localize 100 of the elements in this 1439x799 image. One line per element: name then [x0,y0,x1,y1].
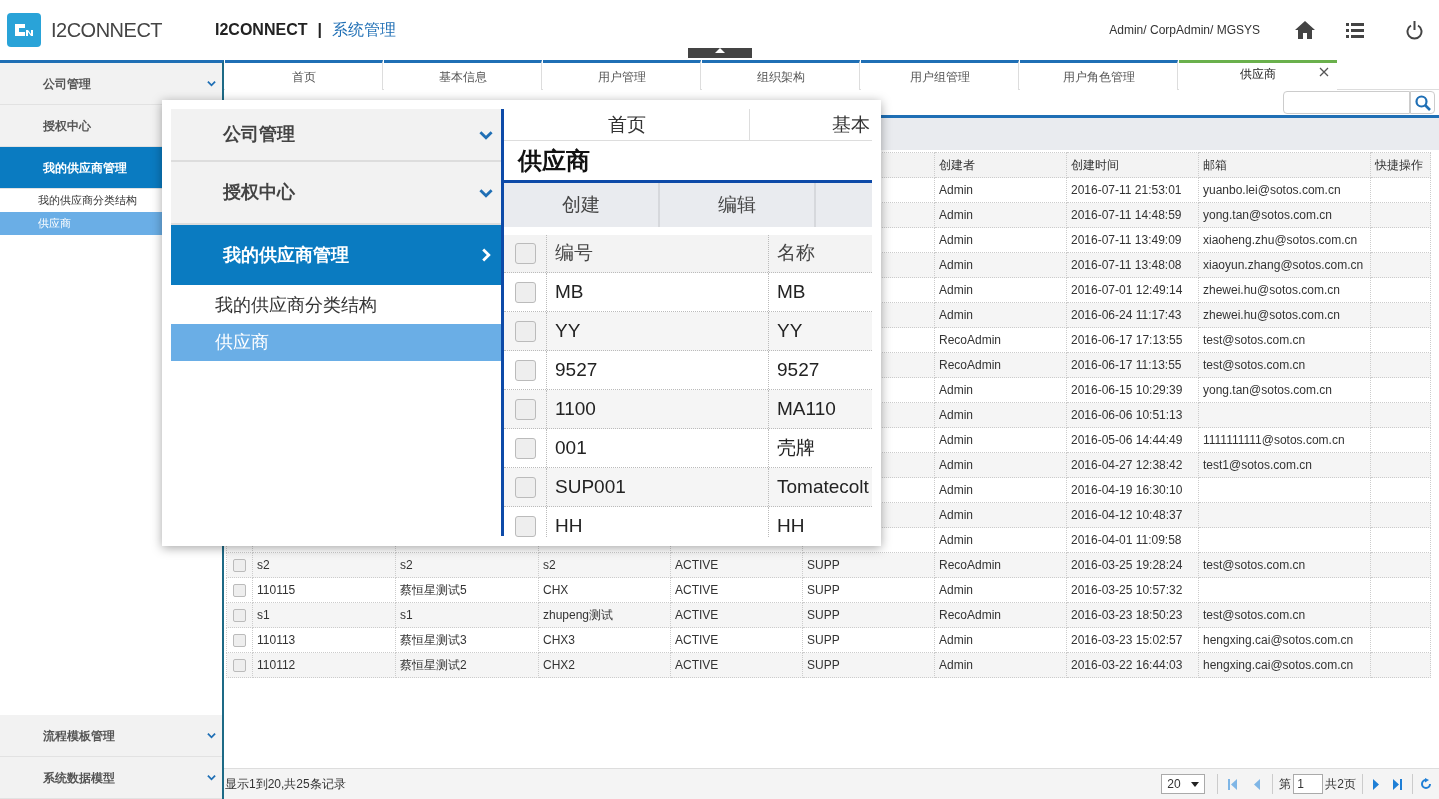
power-icon[interactable] [1406,20,1423,40]
table-cell: 2016-06-17 17:13:55 [1066,327,1199,353]
table-cell: CHX3 [538,627,671,653]
table-cell: CHX [538,577,671,603]
tab[interactable]: 基本 [750,109,872,141]
table-cell: test@sotos.com.cn [1198,327,1371,353]
table-cell: 110113 [252,627,396,653]
checkbox[interactable] [514,359,536,381]
table-cell: Admin [934,627,1067,653]
table-cell: 2016-06-06 10:51:13 [1066,402,1199,428]
column-header[interactable]: 邮箱 [1198,152,1371,178]
table-cell: SUPP [802,652,935,678]
table-cell-text: Tomatecolt [776,474,870,499]
tab[interactable]: 首页 [225,60,383,90]
list-icon[interactable] [1346,22,1364,38]
dropdown-caret-icon [1191,781,1200,787]
table-cell: zhewei.hu@sotos.com.cn [1198,277,1371,303]
tab[interactable]: 用户角色管理 [1020,60,1178,90]
page-number-field[interactable]: 1 [1293,774,1324,794]
up-arrow-icon [715,48,725,53]
checkbox[interactable] [233,559,246,573]
chevron-down-icon [207,79,216,88]
table-cell: yong.tan@sotos.com.cn [1198,202,1371,228]
checkbox[interactable] [514,281,536,303]
checkbox[interactable] [233,584,246,598]
table-cell: SUPP [802,552,935,578]
sidebar-item[interactable]: 流程模板管理 [0,715,222,757]
module-name: 系统管理 [331,20,396,40]
table-cell: xiaoyun.zhang@sotos.com.cn [1198,252,1371,278]
chevron-down-icon [207,731,216,740]
first-page-icon[interactable] [1228,778,1238,790]
column-header[interactable]: 创建时间 [1066,152,1199,178]
column-header[interactable]: 快捷操作 [1370,152,1431,178]
column-header[interactable]: 编号 [547,235,769,272]
table-cell: RecoAdmin [934,552,1067,578]
tab[interactable]: 用户组管理 [861,60,1019,90]
checkbox[interactable] [514,243,536,264]
table-cell: YY [547,312,769,350]
table-cell-text: 9527 [776,357,821,382]
close-icon[interactable] [1319,67,1329,77]
table-cell: 2016-06-17 11:13:55 [1066,352,1199,378]
table-cell: ACTIVE [670,552,803,578]
home-icon[interactable] [1294,20,1316,40]
search-field[interactable] [1283,91,1410,114]
last-page-icon[interactable] [1393,778,1402,790]
table-cell: hengxing.cai@sotos.com.cn [1198,652,1371,678]
table-cell: zhupeng测试 [538,602,671,628]
table-cell: 2016-07-11 14:48:59 [1066,202,1199,228]
table-cell: Admin [934,277,1067,303]
table-cell: Admin [934,177,1067,203]
table-cell: Admin [934,527,1067,553]
table-cell: Admin [934,427,1067,453]
column-header[interactable]: 创建者 [934,152,1067,178]
table-cell: SUPP [802,602,935,628]
chevron-right-icon [479,248,493,262]
table-cell: s1 [395,602,539,628]
tab[interactable]: 组织架构 [702,60,860,90]
checkbox[interactable] [233,634,246,648]
next-page-icon[interactable] [1373,778,1379,790]
separator: | [317,20,322,40]
tab[interactable]: 基本信息 [384,60,542,90]
page-size-select[interactable]: 20 [1161,774,1206,794]
sidebar-item[interactable]: 授权中心 [171,162,501,225]
table-cell: test1@sotos.com.cn [1198,452,1371,478]
checkbox[interactable] [514,398,536,420]
table-cell: s2 [538,552,671,578]
page-label: 第 [1279,776,1292,793]
search-icon [1414,94,1431,111]
checkbox[interactable] [233,609,246,623]
checkbox[interactable] [514,437,536,459]
table-cell: ACTIVE [670,577,803,603]
refresh-icon[interactable] [1420,778,1432,790]
sidebar-item[interactable]: 系统数据模型 [0,757,222,799]
table-cell: 001 [547,429,769,467]
search-button[interactable] [1410,91,1435,114]
sidebar-item[interactable]: 公司管理 [171,109,501,162]
table-cell: HH [547,507,769,537]
table-cell: 2016-03-23 15:02:57 [1066,627,1199,653]
checkbox[interactable] [514,515,536,537]
table-cell: 蔡恒星测试3 [395,627,539,653]
checkbox[interactable] [233,659,246,673]
previous-page-icon[interactable] [1254,778,1261,790]
table-cell: 9527 [547,351,769,389]
table-cell: 2016-03-22 16:44:03 [1066,652,1199,678]
checkbox[interactable] [514,476,536,498]
table-cell: Admin [934,577,1067,603]
table-cell: 蔡恒星测试5 [395,577,539,603]
collapse-header-handle[interactable] [688,48,752,58]
table-cell: 2016-04-27 12:38:42 [1066,452,1199,478]
table-cell: yong.tan@sotos.com.cn [1198,377,1371,403]
checkbox[interactable] [514,320,536,342]
sidebar-item[interactable]: 公司管理 [0,63,222,105]
column-header[interactable]: 名称 [769,235,872,272]
table-cell: test@sotos.com.cn [1198,552,1371,578]
table-cell: RecoAdmin [934,327,1067,353]
table-cell: ACTIVE [670,602,803,628]
tab[interactable]: 首页 [504,109,750,141]
sidebar-item[interactable]: 我的供应商管理 [171,225,501,287]
tab[interactable]: 用户管理 [543,60,701,90]
tab[interactable]: 供应商 [1179,60,1337,90]
